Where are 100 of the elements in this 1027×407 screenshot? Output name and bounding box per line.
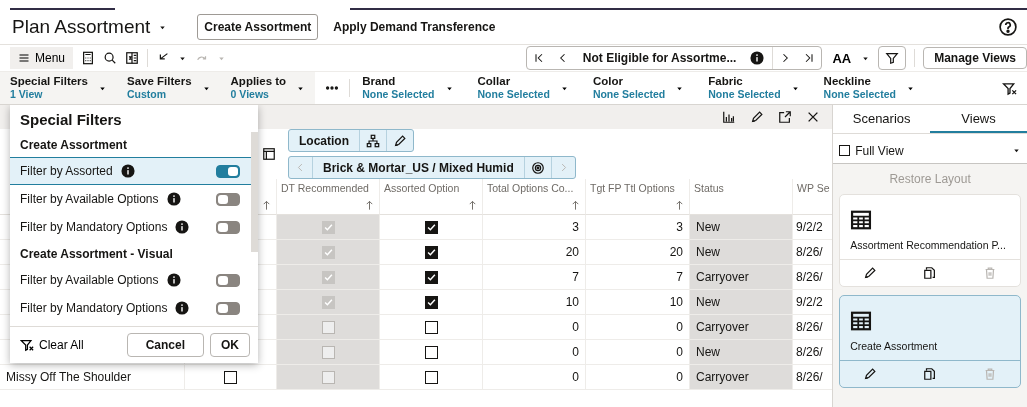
calculator-icon[interactable] bbox=[81, 51, 96, 65]
pencil-icon[interactable] bbox=[393, 133, 407, 148]
search-icon[interactable] bbox=[103, 51, 118, 65]
checkbox[interactable] bbox=[424, 345, 438, 359]
column-header[interactable]: WP Se bbox=[797, 182, 828, 194]
pencil-icon[interactable] bbox=[750, 110, 765, 124]
sort-arrow-icon[interactable] bbox=[674, 200, 685, 211]
toggle-switch[interactable] bbox=[216, 301, 240, 315]
table-cell: 0 bbox=[483, 315, 586, 340]
checkbox[interactable] bbox=[839, 145, 851, 156]
filter-dropdown[interactable]: Save Filters Custom bbox=[117, 72, 221, 104]
column-header[interactable]: DT Recommended bbox=[281, 182, 375, 194]
help-icon[interactable] bbox=[999, 18, 1017, 36]
table-cell: 20 bbox=[483, 240, 586, 265]
filter-dropdown[interactable]: Neckline None Selected bbox=[811, 72, 927, 104]
clear-filter-icon bbox=[20, 338, 34, 352]
panel-tab[interactable]: Scenarios bbox=[833, 105, 931, 133]
popup-title: Special Filters bbox=[19, 110, 123, 130]
toggle-switch[interactable] bbox=[216, 273, 240, 287]
clear-filter-icon[interactable] bbox=[1002, 80, 1017, 96]
breadcrumb-label[interactable]: Brick & Mortar_US / Mixed Humid bbox=[313, 157, 525, 178]
text-size-button[interactable]: AA bbox=[830, 50, 854, 66]
filter-dropdown[interactable]: Fabric None Selected bbox=[696, 72, 812, 104]
checkbox[interactable] bbox=[424, 270, 438, 284]
page-title[interactable]: Plan Assortment bbox=[12, 16, 151, 38]
filter-dropdown[interactable]: Color None Selected bbox=[580, 72, 697, 104]
section-heading: Create Assortment - Visual bbox=[20, 247, 173, 261]
checkbox[interactable] bbox=[424, 295, 438, 309]
chart-icon[interactable] bbox=[722, 110, 737, 124]
pencil-icon[interactable] bbox=[863, 266, 878, 280]
column-header[interactable]: Status bbox=[694, 182, 788, 194]
panel-tab[interactable]: Views bbox=[930, 105, 1027, 133]
filter-option-label: Filter by Assorted bbox=[20, 164, 113, 178]
last-icon bbox=[803, 52, 816, 64]
checkbox[interactable] bbox=[424, 245, 438, 259]
hierarchy-icon[interactable] bbox=[366, 133, 380, 148]
sort-arrow-icon[interactable] bbox=[364, 200, 375, 211]
filter-dropdown[interactable]: Applies to 0 Views bbox=[220, 72, 316, 104]
filter-option[interactable]: Filter by Available Options bbox=[10, 266, 258, 294]
copy-icon[interactable] bbox=[923, 367, 938, 381]
column-header[interactable]: Assorted Option bbox=[384, 182, 478, 194]
filter-option-label: Filter by Mandatory Options bbox=[20, 220, 168, 234]
ok-button[interactable]: OK bbox=[210, 333, 250, 357]
info-icon bbox=[175, 220, 190, 234]
sort-arrow-icon[interactable] bbox=[261, 200, 272, 211]
header-tab[interactable]: Create Assortment bbox=[197, 14, 319, 40]
table-cell: 0 bbox=[483, 365, 586, 390]
copy-icon[interactable] bbox=[923, 266, 938, 280]
header-tab[interactable]: Apply Demand Transference bbox=[326, 14, 503, 40]
manage-views-button[interactable]: Manage Views bbox=[923, 47, 1027, 69]
info-icon bbox=[166, 273, 181, 287]
filter-option-label: Filter by Mandatory Options bbox=[20, 301, 168, 315]
column-header[interactable]: Tgt FP Ttl Options bbox=[590, 182, 685, 194]
expand-icon[interactable] bbox=[778, 110, 793, 124]
scrollbar[interactable] bbox=[251, 132, 258, 252]
filter-button[interactable] bbox=[878, 46, 907, 70]
filter-option-label: Filter by Available Options bbox=[20, 273, 159, 287]
clear-all-button[interactable]: Clear All bbox=[20, 338, 84, 352]
checkbox[interactable] bbox=[424, 320, 438, 334]
checkbox[interactable] bbox=[424, 370, 438, 384]
view-card[interactable]: Create Assortment bbox=[839, 295, 1021, 388]
layout-icon[interactable] bbox=[262, 147, 276, 161]
pencil-icon[interactable] bbox=[863, 367, 878, 381]
filter-icon bbox=[885, 51, 900, 65]
info-icon bbox=[175, 301, 190, 315]
table-icon bbox=[850, 209, 873, 231]
section-heading: Create Assortment bbox=[20, 138, 127, 152]
table-cell: New bbox=[690, 290, 793, 315]
table-icon bbox=[850, 310, 873, 332]
menu-icon bbox=[18, 52, 30, 64]
location-label[interactable]: Location bbox=[289, 130, 360, 151]
toggle-switch[interactable] bbox=[216, 164, 240, 178]
table-cell: Carryover bbox=[690, 365, 793, 390]
toggle-switch[interactable] bbox=[216, 220, 240, 234]
menu-button[interactable]: Menu bbox=[10, 47, 74, 69]
filter-dropdown[interactable]: Brand None Selected bbox=[350, 72, 466, 104]
view-card[interactable]: Assortment Recommendation P... bbox=[839, 194, 1021, 287]
filter-dropdown[interactable]: Collar None Selected bbox=[465, 72, 581, 104]
sort-arrow-icon[interactable] bbox=[570, 200, 581, 211]
cancel-button[interactable]: Cancel bbox=[126, 333, 204, 357]
toggle-switch[interactable] bbox=[216, 192, 240, 206]
target-icon[interactable] bbox=[530, 160, 545, 175]
filter-option[interactable]: Filter by Mandatory Options bbox=[10, 294, 258, 322]
filter-dropdown[interactable]: Special Filters 1 View bbox=[0, 72, 117, 104]
table-cell: Carryover bbox=[690, 315, 793, 340]
table-cell: 7 bbox=[483, 265, 586, 290]
table-cell: 3 bbox=[483, 215, 586, 240]
navigator-label: Not Eligible for Assortme... bbox=[582, 51, 737, 65]
view-name: Assortment Recommendation P... bbox=[850, 239, 1007, 252]
sort-arrow-icon[interactable] bbox=[467, 200, 478, 211]
table-cell: Carryover bbox=[690, 265, 793, 290]
info-icon bbox=[750, 51, 765, 65]
checkbox[interactable] bbox=[224, 370, 237, 384]
column-header[interactable]: Total Options Co... bbox=[487, 182, 581, 194]
info-icon bbox=[166, 192, 181, 206]
spreadsheet-icon[interactable] bbox=[125, 51, 140, 65]
checkbox[interactable] bbox=[424, 220, 438, 234]
caret-icon[interactable] bbox=[1012, 146, 1021, 155]
view-select-label: Full View bbox=[855, 143, 904, 158]
table-cell: 10 bbox=[483, 290, 586, 315]
